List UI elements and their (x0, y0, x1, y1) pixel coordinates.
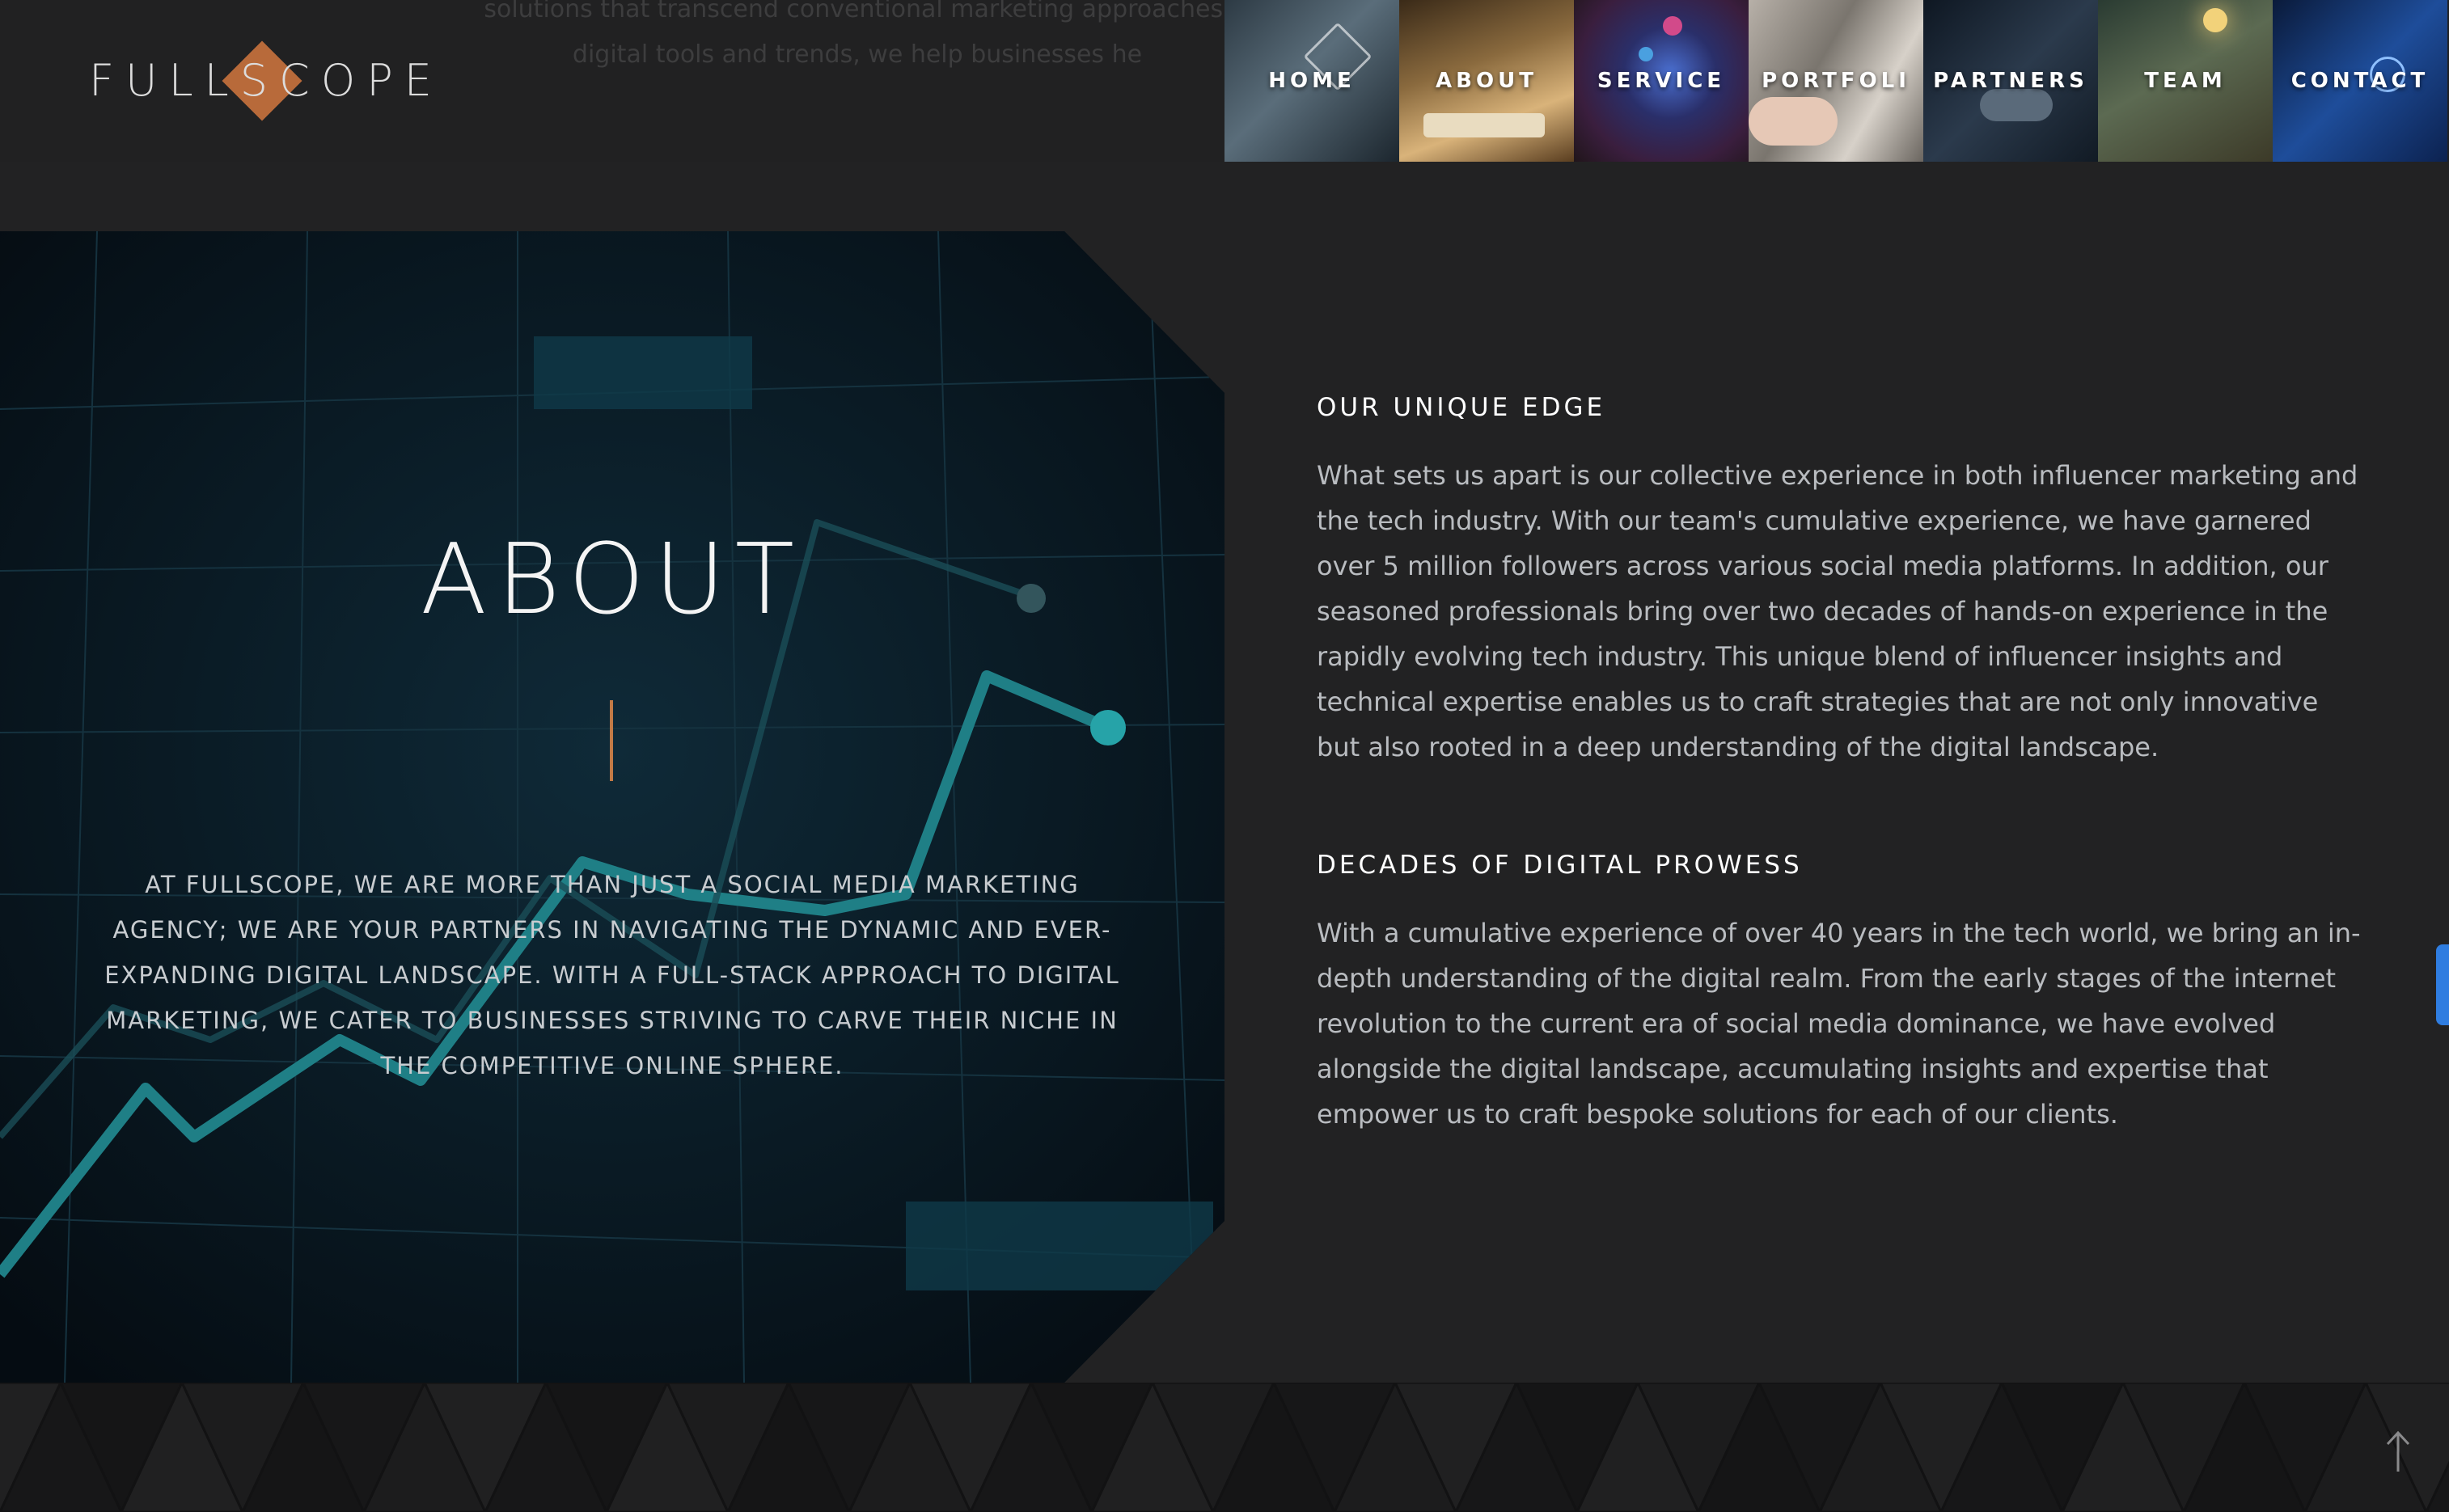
section-heading: DECADES OF DIGITAL PROWESS (1317, 851, 1803, 880)
site-logo[interactable]: FULLSCOPE (89, 39, 432, 123)
social-bubble-icon (1663, 16, 1682, 36)
nav-label-portfolio: PORTFOLI (1762, 69, 1910, 93)
lightbulb-icon (2203, 8, 2227, 32)
nav-label-team: TEAM (2144, 69, 2227, 93)
social-bubble-icon-2 (1639, 47, 1653, 61)
faded-intro-text: solutions that transcend conventional ma… (453, 0, 1262, 78)
site-header: solutions that transcend conventional ma… (0, 0, 2449, 162)
section-body: What sets us apart is our collective exp… (1317, 460, 2358, 762)
arrow-up-icon (2386, 1430, 2410, 1472)
scroll-to-top-button[interactable] (2378, 1426, 2418, 1475)
about-description: AT FULLSCOPE, WE ARE MORE THAN JUST A SO… (104, 871, 1120, 1079)
nav-label-home: HOME (1268, 69, 1356, 93)
nav-label-about: ABOUT (1436, 69, 1537, 93)
nav-item-partners[interactable]: PARTNERS (1923, 0, 2098, 162)
chart-background-image (0, 231, 1224, 1383)
section-unique-edge: OUR UNIQUE EDGE What sets us apart is ou… (1317, 393, 2368, 770)
nav-item-team[interactable]: TEAM (2098, 0, 2273, 162)
about-divider (610, 700, 613, 781)
side-feedback-tab[interactable] (2436, 944, 2449, 1025)
nav-label-service: SERVICE (1597, 69, 1726, 93)
nav-item-service[interactable]: SERVICE (1574, 0, 1749, 162)
nav-item-portfolio[interactable]: PORTFOLI (1749, 0, 1923, 162)
nav-item-contact[interactable]: CONTACT (2273, 0, 2447, 162)
nav-label-contact: CONTACT (2290, 69, 2430, 93)
about-title: ABOUT (420, 524, 805, 636)
section-body: With a cumulative experience of over 40 … (1317, 918, 2361, 1130)
section-digital-prowess: DECADES OF DIGITAL PROWESS With a cumula… (1317, 851, 2368, 1137)
book-icon (1423, 113, 1545, 137)
section-heading: OUR UNIQUE EDGE (1317, 393, 1606, 422)
handshake-icon (1980, 89, 2053, 121)
main-nav: HOME ABOUT SERVICE PORTFOLI PARTNERS TEA… (1224, 0, 2449, 162)
triangle-pattern (0, 1383, 2449, 1512)
nav-item-home[interactable]: HOME (1224, 0, 1399, 162)
nav-item-about[interactable]: ABOUT (1399, 0, 1574, 162)
footer-pattern (0, 1383, 2449, 1512)
nav-label-partners: PARTNERS (1933, 69, 2088, 93)
hand-icon (1749, 97, 1838, 146)
faded-text-line-1: solutions that transcend conventional ma… (484, 0, 1231, 23)
faded-text-line-2: digital tools and trends, we help busine… (572, 40, 1143, 69)
logo-text: FULLSCOPE (89, 55, 443, 106)
about-panel: ABOUT AT FULLSCOPE, WE ARE MORE THAN JUS… (0, 231, 1224, 1383)
